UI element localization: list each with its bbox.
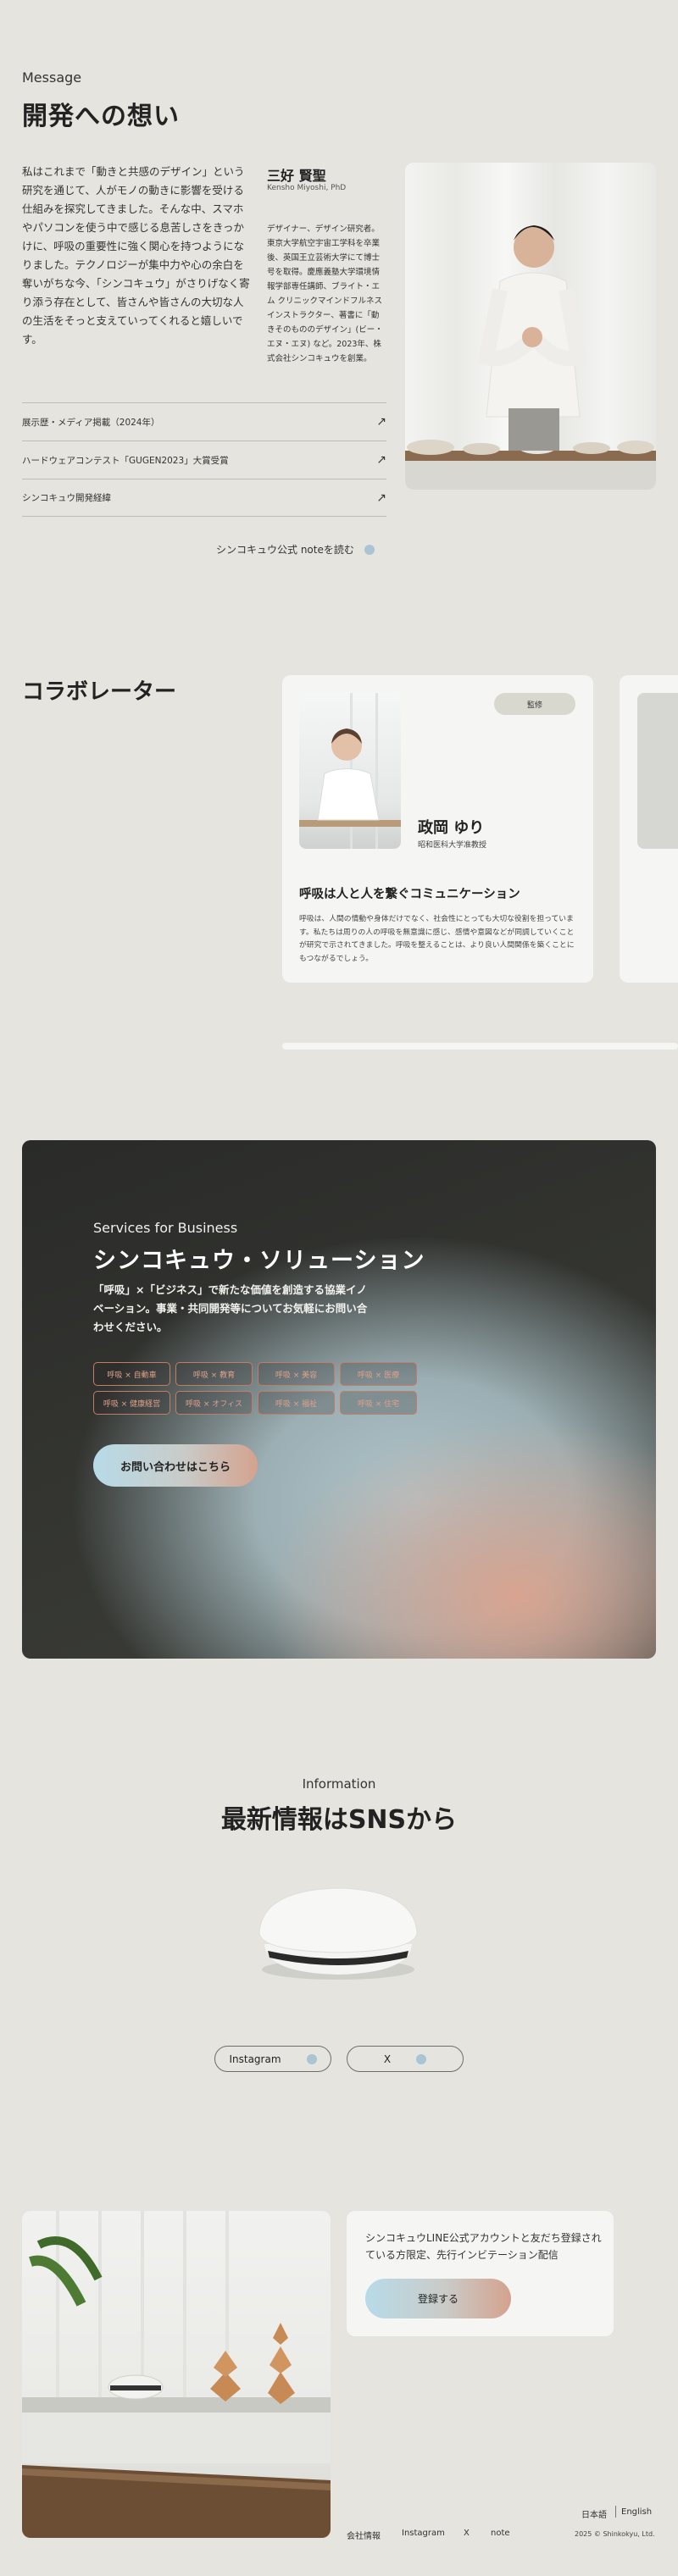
- lang-ja[interactable]: 日本語: [581, 2507, 607, 2520]
- link-label: ハードウェアコンテスト「GUGEN2023」大賞受賞: [22, 455, 229, 466]
- instagram-label: Instagram: [229, 2052, 281, 2065]
- footer-link-instagram[interactable]: Instagram: [402, 2529, 445, 2538]
- dot-icon: [416, 2053, 427, 2064]
- x-button[interactable]: X: [347, 2046, 464, 2072]
- collaborator-photo-next: [637, 693, 678, 849]
- collaborator-name: 政岡 ゆり: [418, 819, 485, 837]
- business-tag: 呼吸 × 美容: [258, 1362, 335, 1386]
- business-title: シンコキュウ・ソリューション: [93, 1248, 425, 1274]
- message-title: 開発への想い: [22, 102, 180, 131]
- link-development-history[interactable]: シンコキュウ開発経緯 ↗: [22, 479, 386, 517]
- dot-icon: [306, 2053, 317, 2064]
- note-link-label: シンコキュウ公式 noteを読む: [216, 544, 354, 556]
- x-label: X: [383, 2052, 392, 2065]
- product-image: [256, 1885, 420, 1986]
- contact-button[interactable]: お問い合わせはこちら: [93, 1444, 258, 1487]
- link-exhibition-media[interactable]: 展示歴・メディア掲載（2024年） ↗: [22, 402, 386, 440]
- information-title: 最新情報はSNSから: [220, 1805, 458, 1835]
- link-gugen-award[interactable]: ハードウェアコンテスト「GUGEN2023」大賞受賞 ↗: [22, 440, 386, 479]
- collaborator-heading: 呼吸は人と人を繋ぐコミュニケーション: [299, 888, 520, 901]
- information-eyebrow: Information: [302, 1776, 376, 1792]
- business-tag: 呼吸 × オフィス: [175, 1391, 253, 1415]
- business-tag: 呼吸 × 自動車: [93, 1362, 170, 1386]
- message-eyebrow: Message: [22, 69, 82, 86]
- link-label: シンコキュウ開発経緯: [22, 493, 111, 503]
- copyright: 2025 © Shinkokyu, Ltd.: [575, 2530, 655, 2538]
- footer-link-company[interactable]: 会社情報: [347, 2529, 381, 2541]
- message-link-list: 展示歴・メディア掲載（2024年） ↗ ハードウェアコンテスト「GUGEN202…: [22, 402, 386, 517]
- note-link[interactable]: シンコキュウ公式 noteを読む: [216, 542, 375, 557]
- business-tag: 呼吸 × 健康経営: [93, 1391, 170, 1415]
- person-roman-name: Kensho Miyoshi, PhD: [267, 184, 347, 192]
- arrow-up-right-icon: ↗: [376, 415, 386, 429]
- business-tag: 呼吸 × 住宅: [340, 1391, 417, 1415]
- business-tag: 呼吸 × 医療: [340, 1362, 417, 1386]
- collaborator-photo: [299, 693, 401, 849]
- lang-separator: [615, 2506, 616, 2518]
- business-eyebrow: Services for Business: [93, 1220, 238, 1236]
- line-text: シンコキュウLINE公式アカウントと友だち登録されている方限定、先行インビテーシ…: [365, 2232, 602, 2261]
- arrow-up-right-icon: ↗: [376, 453, 386, 467]
- carousel-scrollbar[interactable]: [282, 1043, 678, 1050]
- dot-icon: [364, 544, 375, 555]
- collaborator-affiliation: 昭和医科大学准教授: [418, 841, 487, 850]
- line-register-button[interactable]: 登録する: [365, 2279, 511, 2318]
- person-name: 三好 賢聖: [267, 168, 326, 184]
- instagram-button[interactable]: Instagram: [214, 2046, 331, 2072]
- founder-photo: [405, 163, 656, 490]
- business-text: 「呼吸」×「ビジネス」で新たな価値を創造する協業イノベーション。事業・共同開発等…: [93, 1283, 368, 1333]
- link-label: 展示歴・メディア掲載（2024年）: [22, 417, 160, 428]
- footer-link-x[interactable]: X: [464, 2529, 470, 2538]
- interior-photo: [22, 2211, 331, 2538]
- message-body: 私はこれまで「動きと共感のデザイン」という研究を通じて、人がモノの動きに影響を受…: [22, 165, 250, 346]
- business-tag: 呼吸 × 教育: [175, 1362, 253, 1386]
- lang-en[interactable]: English: [621, 2507, 652, 2517]
- collaborator-text: 呼吸は、人間の情動や身体だけでなく、社会性にとっても大切な役割を担っています。私…: [299, 915, 575, 963]
- business-tags: 呼吸 × 自動車 呼吸 × 教育 呼吸 × 美容 呼吸 × 医療 呼吸 × 健康…: [93, 1362, 432, 1415]
- footer-link-note[interactable]: note: [491, 2529, 510, 2538]
- supervision-badge: 監修: [494, 693, 575, 715]
- business-tag: 呼吸 × 福祉: [258, 1391, 335, 1415]
- person-bio: デザイナー、デザイン研究者。東京大学航空宇宙工学科を卒業後、英国王立芸術大学にて…: [267, 224, 383, 363]
- arrow-up-right-icon: ↗: [376, 490, 386, 505]
- collaborators-title: コラボレーター: [22, 679, 177, 705]
